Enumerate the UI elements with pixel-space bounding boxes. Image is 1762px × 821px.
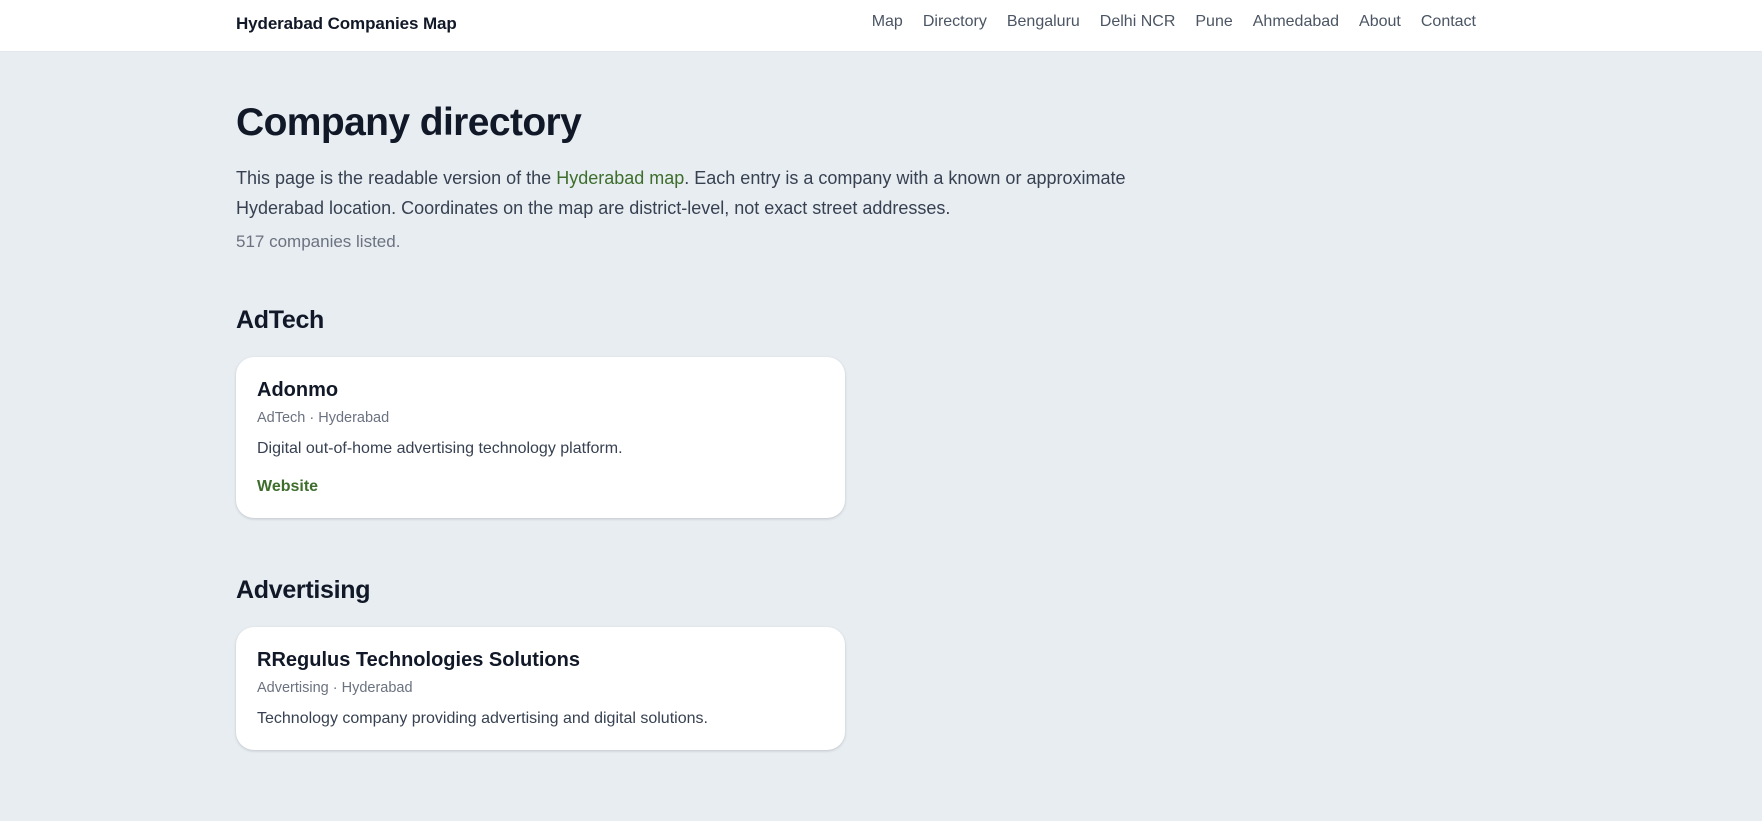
nav-link-bengaluru[interactable]: Bengaluru [1007, 13, 1080, 31]
company-name: Adonmo [257, 378, 339, 401]
nav-link-pune[interactable]: Pune [1195, 13, 1232, 31]
company-card: Adonmo AdTech · Hyderabad Digital out-of… [236, 356, 845, 518]
category-heading: AdTech [236, 305, 325, 334]
intro-text-before: This page is the readable version of the [236, 167, 557, 188]
category-heading: Advertising [236, 575, 371, 604]
company-website-link[interactable]: Website [257, 478, 318, 496]
site-brand-link[interactable]: Hyderabad Companies Map [236, 14, 457, 34]
main-nav: Map Directory Bengaluru Delhi NCR Pune A… [872, 13, 1476, 31]
category-section-adtech: AdTech Adonmo AdTech · Hyderabad Digital… [236, 306, 1236, 518]
company-name: RRegulus Technologies Solutions [257, 648, 580, 671]
page-title: Company directory [236, 101, 582, 144]
intro-paragraph: This page is the readable version of the… [236, 163, 1216, 223]
company-meta: AdTech · Hyderabad [257, 409, 390, 426]
nav-link-ahmedabad[interactable]: Ahmedabad [1253, 13, 1339, 31]
nav-link-directory[interactable]: Directory [923, 13, 987, 31]
nav-link-contact[interactable]: Contact [1421, 13, 1476, 31]
directory-content: Company directory This page is the reada… [236, 101, 1236, 750]
companies-count: 517 companies listed. [236, 231, 401, 251]
top-navigation-bar: Hyderabad Companies Map Map Directory Be… [0, 0, 1762, 52]
hyderabad-map-link[interactable]: Hyderabad map [556, 168, 684, 188]
nav-link-about[interactable]: About [1359, 13, 1401, 31]
nav-link-map[interactable]: Map [872, 13, 903, 31]
company-card: RRegulus Technologies Solutions Advertis… [236, 626, 845, 750]
company-description: Technology company providing advertising… [257, 709, 708, 727]
nav-link-delhi-ncr[interactable]: Delhi NCR [1100, 13, 1176, 31]
company-meta: Advertising · Hyderabad [257, 679, 413, 696]
category-section-advertising: Advertising RRegulus Technologies Soluti… [236, 576, 1236, 750]
company-description: Digital out-of-home advertising technolo… [257, 439, 623, 457]
